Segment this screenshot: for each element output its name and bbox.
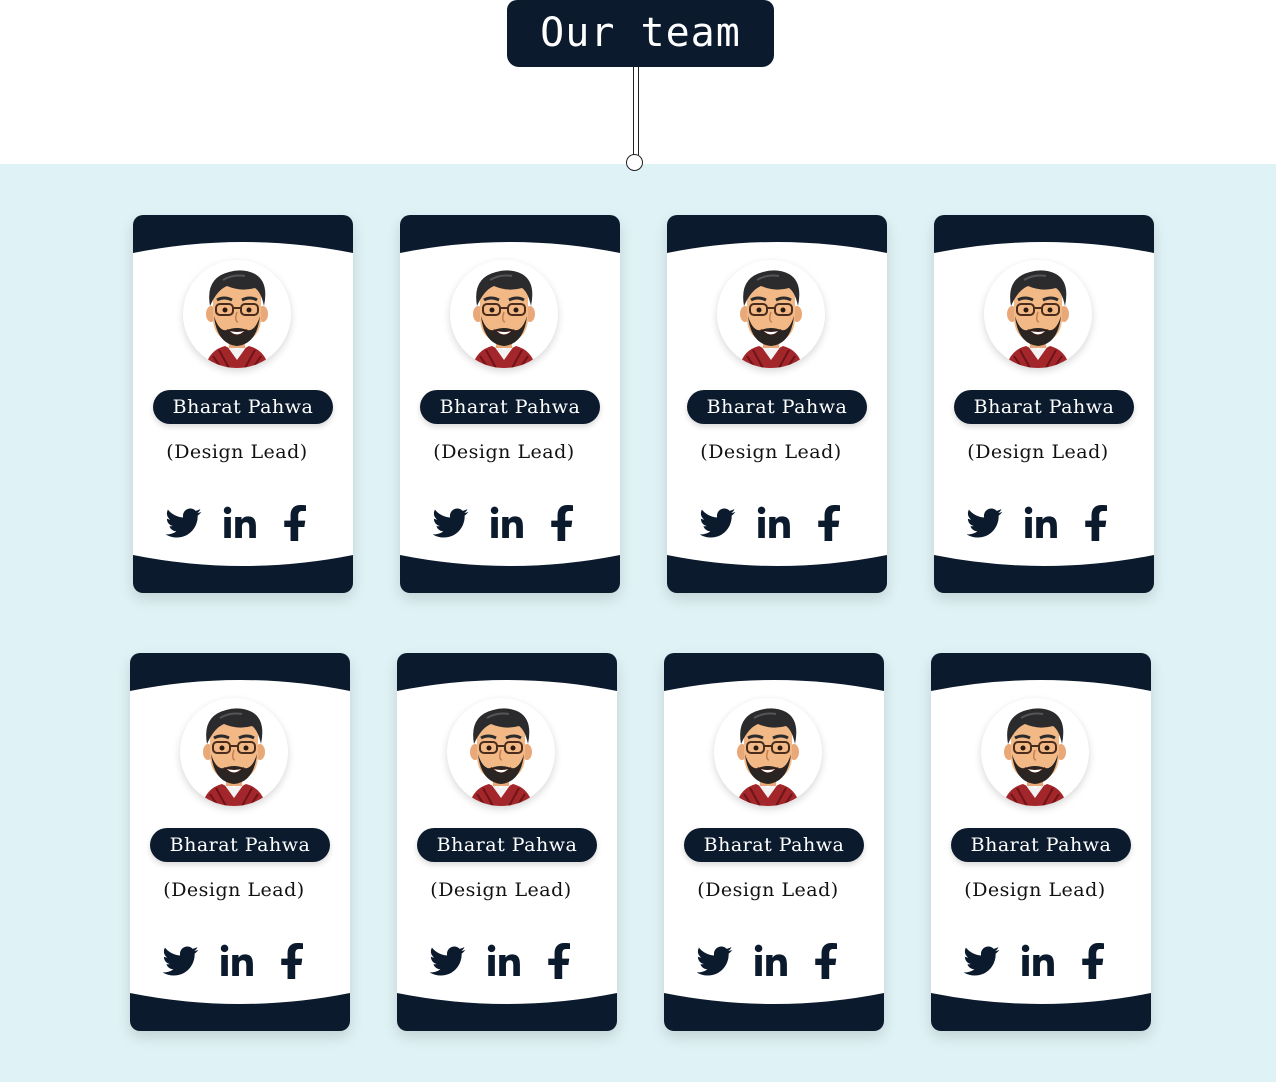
linkedin-icon[interactable] (756, 505, 792, 541)
member-name: Bharat Pahwa (951, 828, 1131, 862)
social-links (697, 505, 847, 541)
member-name: Bharat Pahwa (954, 390, 1134, 424)
member-name: Bharat Pahwa (417, 828, 597, 862)
social-links (694, 943, 844, 979)
card-top-band (130, 653, 350, 691)
twitter-icon[interactable] (700, 505, 736, 541)
team-member-card: Bharat Pahwa (Design Lead) (931, 653, 1151, 1031)
linkedin-icon[interactable] (222, 505, 258, 541)
member-role: (Design Lead) (697, 879, 839, 901)
bitmoji-avatar-icon (717, 260, 825, 368)
avatar (183, 260, 291, 368)
card-top-band (397, 653, 617, 691)
linkedin-icon[interactable] (489, 505, 525, 541)
team-member-card: Bharat Pahwa (Design Lead) (934, 215, 1154, 593)
card-top-band (667, 215, 887, 253)
social-links (427, 943, 577, 979)
title-connector-line (633, 67, 639, 155)
page-title: Our team (507, 0, 774, 67)
facebook-icon[interactable] (1077, 943, 1113, 979)
avatar (981, 698, 1089, 806)
avatar (450, 260, 558, 368)
twitter-icon[interactable] (697, 943, 733, 979)
avatar (447, 698, 555, 806)
member-name: Bharat Pahwa (687, 390, 867, 424)
twitter-icon[interactable] (967, 505, 1003, 541)
member-role: (Design Lead) (964, 879, 1106, 901)
team-member-card: Bharat Pahwa (Design Lead) (130, 653, 350, 1031)
team-member-card: Bharat Pahwa (Design Lead) (664, 653, 884, 1031)
member-name: Bharat Pahwa (684, 828, 864, 862)
facebook-icon[interactable] (279, 505, 315, 541)
avatar (717, 260, 825, 368)
twitter-icon[interactable] (964, 943, 1000, 979)
member-name: Bharat Pahwa (420, 390, 600, 424)
bitmoji-avatar-icon (450, 260, 558, 368)
card-top-band (664, 653, 884, 691)
bitmoji-avatar-icon (984, 260, 1092, 368)
card-bottom-band (667, 555, 887, 593)
card-bottom-band (934, 555, 1154, 593)
avatar (984, 260, 1092, 368)
facebook-icon[interactable] (276, 943, 312, 979)
bitmoji-avatar-icon (714, 698, 822, 806)
member-role: (Design Lead) (700, 441, 842, 463)
card-bottom-band (133, 555, 353, 593)
facebook-icon[interactable] (546, 505, 582, 541)
social-links (430, 505, 580, 541)
avatar (714, 698, 822, 806)
member-role: (Design Lead) (166, 441, 308, 463)
linkedin-icon[interactable] (1020, 943, 1056, 979)
bitmoji-avatar-icon (447, 698, 555, 806)
twitter-icon[interactable] (166, 505, 202, 541)
card-bottom-band (397, 993, 617, 1031)
card-bottom-band (931, 993, 1151, 1031)
card-bottom-band (130, 993, 350, 1031)
card-top-band (931, 653, 1151, 691)
team-member-card: Bharat Pahwa (Design Lead) (133, 215, 353, 593)
social-links (961, 943, 1111, 979)
bitmoji-avatar-icon (981, 698, 1089, 806)
member-name: Bharat Pahwa (153, 390, 333, 424)
member-role: (Design Lead) (433, 441, 575, 463)
card-bottom-band (664, 993, 884, 1031)
avatar (180, 698, 288, 806)
twitter-icon[interactable] (163, 943, 199, 979)
card-top-band (400, 215, 620, 253)
bitmoji-avatar-icon (180, 698, 288, 806)
social-links (964, 505, 1114, 541)
linkedin-icon[interactable] (1023, 505, 1059, 541)
card-bottom-band (400, 555, 620, 593)
page: Our team Bharat Pahwa (Design Lead) Bhar… (0, 0, 1280, 1082)
facebook-icon[interactable] (543, 943, 579, 979)
twitter-icon[interactable] (433, 505, 469, 541)
facebook-icon[interactable] (813, 505, 849, 541)
card-top-band (133, 215, 353, 253)
facebook-icon[interactable] (810, 943, 846, 979)
member-role: (Design Lead) (430, 879, 572, 901)
facebook-icon[interactable] (1080, 505, 1116, 541)
social-links (160, 943, 310, 979)
team-member-card: Bharat Pahwa (Design Lead) (667, 215, 887, 593)
bitmoji-avatar-icon (183, 260, 291, 368)
linkedin-icon[interactable] (753, 943, 789, 979)
team-member-card: Bharat Pahwa (Design Lead) (400, 215, 620, 593)
linkedin-icon[interactable] (219, 943, 255, 979)
linkedin-icon[interactable] (486, 943, 522, 979)
title-connector-dot (626, 154, 643, 171)
card-top-band (934, 215, 1154, 253)
social-links (163, 505, 313, 541)
twitter-icon[interactable] (430, 943, 466, 979)
member-role: (Design Lead) (967, 441, 1109, 463)
member-name: Bharat Pahwa (150, 828, 330, 862)
team-member-card: Bharat Pahwa (Design Lead) (397, 653, 617, 1031)
member-role: (Design Lead) (163, 879, 305, 901)
